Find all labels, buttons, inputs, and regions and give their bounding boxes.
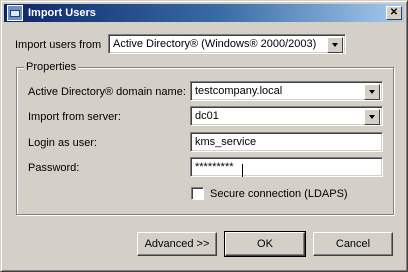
ok-button[interactable]: OK bbox=[224, 231, 306, 257]
domain-name-dropdown[interactable]: testcompany.local bbox=[190, 81, 383, 101]
import-source-dropdown[interactable]: Active Directory® (Windows® 2000/2003) bbox=[108, 34, 346, 54]
password-input[interactable]: ********* bbox=[190, 157, 383, 177]
cancel-button[interactable]: Cancel bbox=[313, 232, 393, 256]
login-label: Login as user: bbox=[28, 137, 98, 149]
app-icon bbox=[7, 5, 23, 21]
close-button[interactable]: ✕ bbox=[386, 6, 402, 20]
import-from-label: Import users from bbox=[15, 39, 102, 51]
login-value: kms_service bbox=[195, 136, 257, 148]
password-label: Password: bbox=[28, 162, 80, 174]
import-source-value: Active Directory® (Windows® 2000/2003) bbox=[113, 38, 317, 50]
server-dropdown[interactable]: dc01 bbox=[190, 106, 383, 126]
domain-name-label: Active Directory® domain name: bbox=[28, 86, 186, 98]
properties-legend: Properties bbox=[24, 60, 79, 74]
text-caret bbox=[242, 164, 243, 177]
secure-connection-label[interactable]: Secure connection (LDAPS) bbox=[210, 187, 348, 201]
advanced-button[interactable]: Advanced >> bbox=[137, 232, 217, 256]
title-bar: Import Users ✕ bbox=[4, 4, 404, 22]
secure-connection-checkbox[interactable] bbox=[191, 187, 204, 200]
chevron-down-icon[interactable] bbox=[327, 37, 343, 53]
chevron-down-icon[interactable] bbox=[364, 109, 380, 125]
chevron-down-icon[interactable] bbox=[364, 84, 380, 100]
login-input[interactable]: kms_service bbox=[190, 132, 383, 152]
window-title: Import Users bbox=[28, 7, 96, 19]
import-users-dialog: Import Users ✕ Import users from Active … bbox=[0, 0, 408, 272]
password-value: ********* bbox=[195, 161, 234, 173]
domain-name-value: testcompany.local bbox=[195, 85, 283, 97]
server-value: dc01 bbox=[195, 110, 219, 122]
server-label: Import from server: bbox=[28, 111, 121, 123]
